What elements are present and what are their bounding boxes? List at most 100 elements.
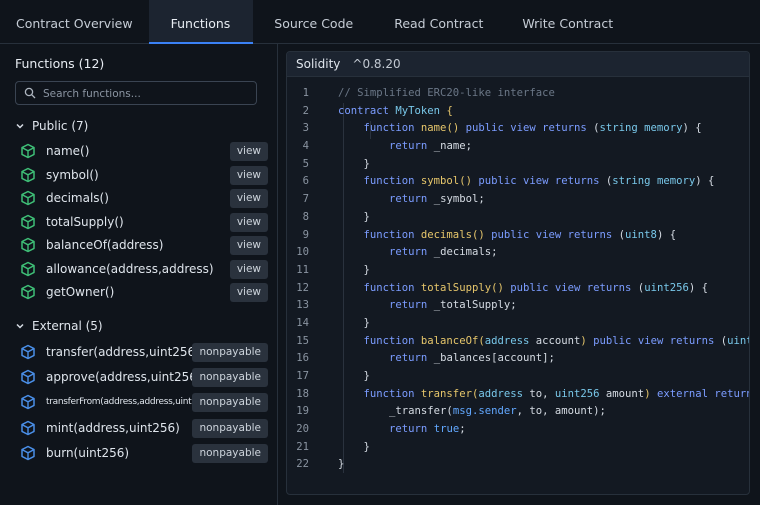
code-text: } (338, 370, 370, 382)
function-row[interactable]: transferFrom(address,address,uint256) non… (20, 391, 268, 413)
search-input[interactable] (41, 84, 255, 104)
tab-read-contract[interactable]: Read Contract (374, 0, 503, 43)
function-row[interactable]: symbol() view (20, 164, 268, 186)
code-text: } (338, 316, 370, 329)
code-header: Solidity ^0.8.20 (287, 52, 749, 77)
function-name: transfer(address,uint256) (46, 345, 200, 359)
function-name: name() (46, 144, 90, 158)
nonpayable-badge[interactable]: nonpayable (192, 343, 268, 362)
function-name: decimals() (46, 191, 109, 205)
tab-contract-overview[interactable]: Contract Overview (0, 0, 149, 43)
code-text: function totalSupply() public view retur… (363, 281, 708, 294)
function-row[interactable]: allowance(address,address) view (20, 258, 268, 280)
search-box[interactable] (15, 81, 257, 105)
search-icon (24, 87, 36, 99)
external-group-toggle[interactable]: External (5) (15, 319, 103, 333)
line-number: 22 (296, 458, 309, 471)
function-row[interactable]: transfer(address,uint256) nonpayable (20, 341, 268, 363)
function-name: balanceOf(address) (46, 238, 164, 252)
function-name: approve(address,uint256) (46, 370, 202, 385)
function-row[interactable]: balanceOf(address) view (20, 234, 268, 256)
function-row[interactable]: decimals() view (20, 187, 268, 209)
code-text: // Simplified ERC20-like interface (338, 87, 555, 99)
function-name: transferFrom(address,address,uint256) (46, 397, 211, 408)
cube-icon (21, 284, 35, 300)
cube-icon (21, 369, 35, 385)
nonpayable-badge[interactable]: nonpayable (192, 418, 268, 438)
view-badge[interactable]: view (229, 212, 268, 232)
tab-bar: Contract Overview Functions Source Code Rea… (0, 0, 760, 44)
view-badge[interactable]: view (229, 165, 268, 185)
line-number: 13 (296, 299, 309, 312)
code-line: 20 return true; (287, 421, 749, 439)
compiler-version: ^0.8.20 (352, 57, 401, 71)
function-name: getOwner() (46, 285, 115, 299)
function-name: totalSupply() (46, 214, 124, 229)
source-code-panel: Solidity ^0.8.20 1 // Simplified ERC20-li… (286, 51, 750, 495)
external-group-label: External (5) (32, 319, 103, 333)
code-text: return _symbol; (389, 193, 485, 206)
function-row[interactable]: burn(uint256) nonpayable (20, 442, 268, 464)
function-row[interactable]: name() view (20, 140, 268, 162)
code-line: 4 return _name; (287, 138, 749, 156)
code-line: 3 function name() public view returns (s… (287, 120, 749, 138)
code-line: 22} (287, 456, 749, 474)
view-badge[interactable]: view (229, 283, 268, 302)
tab-functions[interactable]: Functions (148, 0, 254, 44)
code-line: 5 } (287, 156, 749, 174)
line-number: 21 (296, 440, 309, 453)
line-number: 3 (302, 122, 309, 135)
tab-source-code[interactable]: Source Code (253, 0, 374, 43)
view-badge[interactable]: view (229, 142, 268, 161)
code-text: _transfer(msg.sender, to, amount); (338, 405, 606, 418)
cube-icon (21, 261, 35, 276)
nonpayable-badge[interactable]: nonpayable (192, 443, 268, 463)
cube-icon (21, 420, 35, 435)
function-name: symbol() (46, 167, 99, 182)
code-text: function symbol() public view returns (s… (363, 175, 715, 188)
line-number: 2 (302, 104, 309, 117)
code-text: } (338, 157, 370, 170)
functions-panel-title: Functions (12) (15, 56, 105, 71)
view-badge[interactable]: view (229, 189, 268, 208)
code-text: return _decimals; (389, 246, 498, 259)
function-row[interactable]: approve(address,uint256) nonpayable (20, 366, 268, 388)
line-number: 10 (296, 246, 309, 259)
function-row[interactable]: totalSupply() view (20, 211, 268, 233)
code-line: 7 return _symbol; (287, 191, 749, 209)
function-name: burn(uint256) (46, 445, 130, 460)
code-lines: 1 // Simplified ERC20-like interface 2 cont… (287, 85, 749, 474)
code-line: 13 return _totalSupply; (287, 297, 749, 315)
public-group-label: Public (7) (32, 119, 89, 133)
code-text: function name() public view returns (str… (363, 122, 702, 135)
line-number: 11 (296, 263, 309, 276)
function-row[interactable]: getOwner() view (20, 281, 268, 303)
cube-icon (21, 143, 35, 159)
code-line: 19 _transfer(msg.sender, to, amount); (287, 403, 749, 421)
cube-icon (21, 445, 35, 461)
public-group-toggle[interactable]: Public (7) (15, 119, 88, 133)
code-text: contract MyToken { (338, 104, 453, 117)
code-text: return _name; (389, 140, 472, 153)
code-text: return _totalSupply; (389, 299, 517, 312)
code-line: 14 } (287, 315, 749, 333)
line-number: 6 (302, 175, 309, 188)
nonpayable-badge[interactable]: nonpayable (192, 393, 268, 413)
code-line: 15 function balanceOf(address account) p… (287, 333, 749, 351)
code-text: function transfer(address to, uint256 am… (363, 387, 749, 400)
view-badge[interactable]: view (229, 259, 268, 279)
line-number: 8 (302, 210, 309, 223)
code-line: 18 function transfer(address to, uint256… (287, 386, 749, 404)
function-row[interactable]: mint(address,uint256) nonpayable (20, 417, 268, 439)
code-line: 1 // Simplified ERC20-like interface (287, 85, 749, 103)
cube-icon (21, 190, 35, 206)
line-number: 19 (296, 405, 309, 418)
code-text: return true; (389, 423, 466, 436)
view-badge[interactable]: view (229, 236, 268, 255)
nonpayable-badge[interactable]: nonpayable (192, 368, 268, 388)
cube-icon (21, 237, 35, 253)
tab-write-contract[interactable]: Write Contract (503, 0, 629, 43)
code-text: return _balances[account]; (389, 352, 555, 365)
line-number: 5 (302, 157, 309, 170)
code-line: 16 return _balances[account]; (287, 350, 749, 368)
